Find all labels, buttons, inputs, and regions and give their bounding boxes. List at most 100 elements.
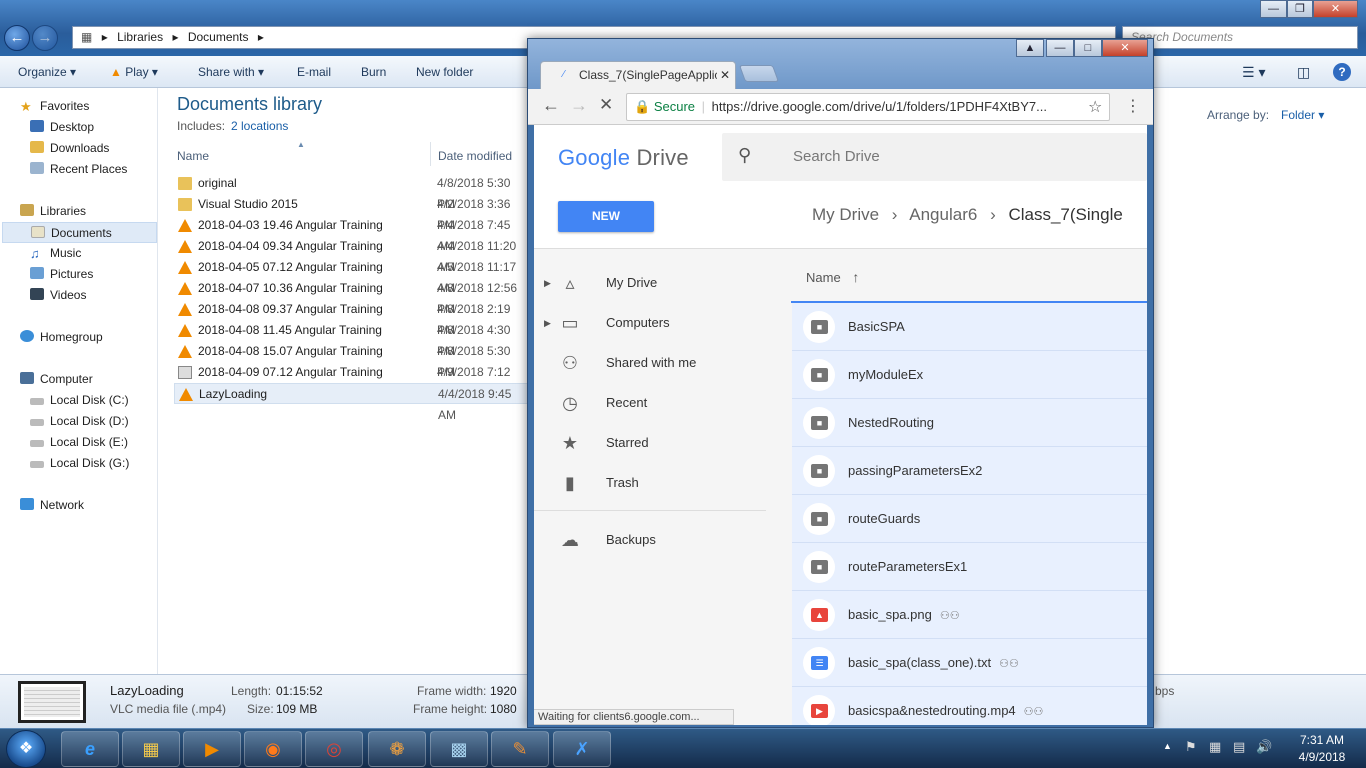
drive-file-row[interactable]: ■ routeGuards [792,495,1147,543]
device-tray-icon[interactable]: ▦ [1209,739,1221,755]
folder-icon [178,198,192,211]
file-row[interactable]: 2018-04-08 09.37 Angular Training 4/8/201… [174,299,530,337]
drive-file-row[interactable]: ■ routeParametersEx1 [792,543,1147,591]
file-row[interactable]: 2018-04-09 07.12 Angular Training 4/9/201… [174,362,530,400]
file-row[interactable]: 2018-04-03 19.46 Angular Training 4/4/201… [174,215,530,253]
back-arrow-icon[interactable]: ← [542,95,560,116]
nav-label: Network [40,498,85,512]
nav-favorites[interactable]: ★ Favorites [20,96,178,117]
column-divider [430,142,431,166]
new-folder-button[interactable]: New folder [416,56,473,88]
forward-arrow-icon[interactable]: → [570,95,588,116]
file-row[interactable]: 2018-04-08 15.07 Angular Training 4/8/201… [174,341,530,379]
forward-button[interactable]: → [32,25,58,51]
drive-file-row[interactable]: ▲ basic_spa.png ⚇⚇ [792,591,1147,639]
nav-libraries[interactable]: Libraries [20,201,178,222]
sidebar-item-recent[interactable]: ◷ Recent [534,383,766,423]
new-tab-button[interactable] [738,65,780,82]
includes-locations-link[interactable]: 2 locations [231,119,288,133]
chrome-minimize-button[interactable]: — [1046,39,1074,57]
sidebar-item-starred[interactable]: ★ Starred [534,423,766,463]
network-tray-icon[interactable]: ▤ [1233,739,1245,755]
drive-search-input[interactable]: ⚲ Search Drive [722,133,1147,181]
stop-loading-icon[interactable]: ✕ [599,95,613,115]
chrome-maximize-button[interactable]: □ [1074,39,1102,57]
file-row[interactable]: 2018-04-07 10.36 Angular Training 4/8/201… [174,278,530,316]
breadcrumb-my-drive[interactable]: My Drive [812,205,879,224]
play-menu[interactable]: ▲ Play ▾ [110,56,158,88]
clock-time[interactable]: 7:31 AM [1292,733,1352,747]
tab-drive-folder[interactable]: ⁄ Class_7(SinglePageApplic ✕ [540,61,736,89]
chrome-profile-button[interactable]: ▲ [1016,39,1044,57]
explorer-taskbar-icon[interactable]: ▦ [122,731,180,767]
drive-file-row[interactable]: ■ NestedRouting [792,399,1147,447]
sidebar-item-computers[interactable]: ▶ ▭ Computers [534,303,766,343]
flower-app-taskbar-icon[interactable]: ❁ [368,731,426,767]
chrome-menu-icon[interactable]: ⋮ [1125,96,1141,116]
organize-menu[interactable]: Organize ▾ [18,56,76,88]
drive-file-row[interactable]: ☰ basic_spa(class_one).txt ⚇⚇ [792,639,1147,687]
back-button[interactable]: ← [4,25,30,51]
burn-button[interactable]: Burn [361,56,386,88]
breadcrumb-libraries[interactable]: Libraries [117,30,163,44]
media-player-taskbar-icon[interactable]: ▶ [183,731,241,767]
sidebar-item-my-drive[interactable]: ▶ ▵ My Drive [534,263,766,303]
start-button[interactable]: ❖ [6,730,46,768]
firefox-taskbar-icon[interactable]: ◉ [244,731,302,767]
breadcrumb-angular6[interactable]: Angular6 [909,205,977,224]
restore-button[interactable]: ❐ [1287,0,1313,18]
column-header-name[interactable]: Name [177,149,209,163]
bookmark-star-icon[interactable]: ☆ [1088,97,1102,117]
minimize-button[interactable]: — [1260,0,1287,18]
chrome-taskbar-icon[interactable]: ◎ [305,731,363,767]
sidebar-item-trash[interactable]: ▮ Trash [534,463,766,503]
clock-date[interactable]: 4/9/2018 [1292,750,1352,764]
omnibox[interactable]: 🔒 Secure | https://drive.google.com/driv… [626,93,1110,121]
show-hidden-icons-arrow[interactable]: ▲ [1163,741,1172,751]
file-row[interactable]: LazyLoading 4/4/2018 9:45 AM [174,383,530,422]
file-row[interactable]: original 4/8/2018 5:30 PM [174,173,530,211]
logo-drive: Drive [636,145,689,170]
nav-computer[interactable]: Computer [20,369,178,390]
notes-taskbar-icon[interactable]: ▩ [430,731,488,767]
breadcrumb-current-folder[interactable]: Class_7(Single [1008,205,1122,224]
email-button[interactable]: E-mail [297,56,331,88]
action-center-flag-icon[interactable]: ⚑ [1185,739,1197,755]
file-row[interactable]: 2018-04-08 11.45 Angular Training 4/8/201… [174,320,530,358]
documents-icon [31,226,45,238]
nav-documents[interactable]: Documents [2,222,157,243]
tab-close-icon[interactable]: ✕ [717,62,734,88]
file-row[interactable]: 2018-04-04 09.34 Angular Training 4/4/201… [174,236,530,274]
file-row[interactable]: Visual Studio 2015 4/2/2018 3:36 PM [174,194,530,232]
sidebar-label: Trash [606,475,639,490]
share-with-menu[interactable]: Share with ▾ [198,56,264,88]
sidebar-item-backups[interactable]: ☁ Backups [534,520,766,560]
ie-taskbar-icon[interactable]: e [61,731,119,767]
close-button[interactable]: ✕ [1313,0,1358,18]
sidebar-item-shared[interactable]: ⚇ Shared with me [534,343,766,383]
drive-file-row[interactable]: ■ myModuleEx [792,351,1147,399]
name-column-header[interactable]: Name ↑ [806,269,859,285]
explorer-search-input[interactable]: Search Documents [1122,26,1358,49]
drive-file-row[interactable]: ▶ basicspa&nestedrouting.mp4 ⚇⚇ [792,687,1147,725]
drive-file-row[interactable]: ■ passingParametersEx2 [792,447,1147,495]
new-button[interactable]: NEW [558,201,654,232]
drive-icon [30,440,44,447]
drive-file-row[interactable]: ■ BasicSPA [792,303,1147,351]
nav-network[interactable]: Network [20,495,178,516]
google-drive-logo[interactable]: Google Drive [558,145,689,171]
dropdown-arrow-icon: ▾ [151,65,158,79]
view-options-icon[interactable]: ☰ ▾ [1242,56,1265,88]
nav-homegroup[interactable]: Homegroup [20,327,178,348]
chrome-close-button[interactable]: ✕ [1102,39,1148,57]
vscode-taskbar-icon[interactable]: ✗ [553,731,611,767]
help-icon[interactable]: ? [1333,63,1351,81]
paint-taskbar-icon[interactable]: ✎ [491,731,549,767]
breadcrumb-documents[interactable]: Documents [188,30,249,44]
arrange-by-dropdown[interactable]: Folder ▾ [1281,108,1324,122]
volume-icon[interactable]: 🔊 [1256,739,1272,755]
file-row[interactable]: 2018-04-05 07.12 Angular Training 4/5/201… [174,257,530,295]
preview-pane-icon[interactable]: ◫ [1297,56,1310,88]
column-header-date[interactable]: Date modified [438,149,512,163]
drive-file-name: routeGuards [848,511,921,526]
